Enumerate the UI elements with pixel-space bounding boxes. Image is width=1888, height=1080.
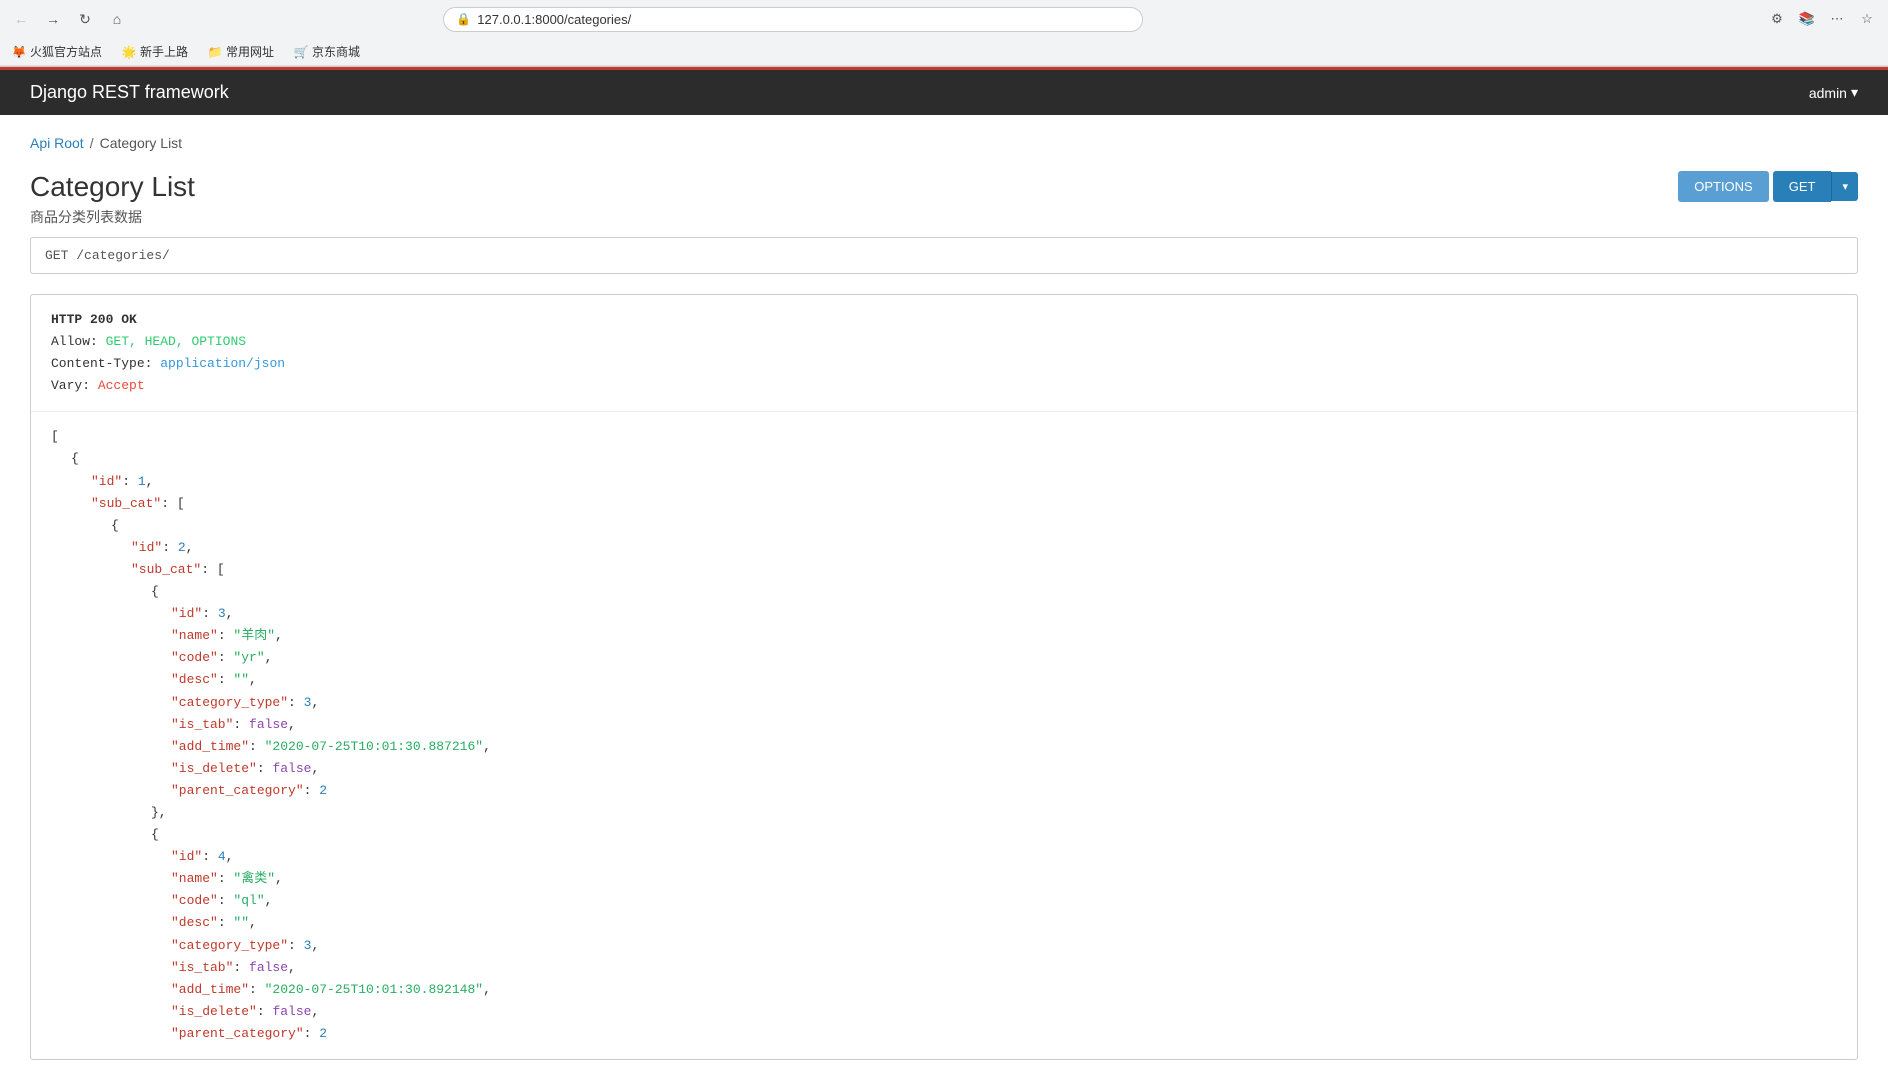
home-button[interactable]: ⌂ xyxy=(104,6,130,32)
bookmark-firefox[interactable]: 🦊 火狐官方站点 xyxy=(8,41,106,62)
content-type-value: application/json xyxy=(160,356,285,371)
bookmark-newbie[interactable]: 🌟 新手上路 xyxy=(118,41,192,62)
browser-chrome: ← → ↻ ⌂ 🔒 127.0.0.1:8000/categories/ ⚙ 📚… xyxy=(0,0,1888,67)
main-content: Api Root / Category List Category List 商… xyxy=(0,115,1888,1080)
allow-label: Allow: xyxy=(51,334,98,349)
vary-label: Vary: xyxy=(51,378,90,393)
get-button[interactable]: GET xyxy=(1773,171,1832,202)
extensions-button[interactable]: ⚙ xyxy=(1764,6,1790,32)
json-is-delete-3: "is_delete": false, xyxy=(51,758,1837,780)
json-name-3: "name": "羊肉", xyxy=(51,625,1837,647)
request-path: /categories/ xyxy=(76,248,170,263)
allow-value: GET, HEAD, OPTIONS xyxy=(106,334,246,349)
json-sub-cat-1: "sub_cat": [ xyxy=(51,493,1837,515)
json-id-1: "id": 1, xyxy=(51,471,1837,493)
json-is-delete-4: "is_delete": false, xyxy=(51,1001,1837,1023)
json-id-2: "id": 2, xyxy=(51,537,1837,559)
json-line-open-array: [ xyxy=(51,426,1837,448)
json-code: [ { "id": 1, "sub_cat": [ { "id": 2, "su… xyxy=(51,426,1837,1045)
folder-icon: 📁 xyxy=(208,45,222,59)
json-is-tab-4: "is_tab": false, xyxy=(51,957,1837,979)
json-category-type-4: "category_type": 3, xyxy=(51,935,1837,957)
reading-view-button[interactable]: 📚 xyxy=(1794,6,1820,32)
breadcrumb-separator: / xyxy=(90,135,94,151)
get-button-group: GET ▾ xyxy=(1773,171,1858,202)
response-panel: HTTP 200 OK Allow: GET, HEAD, OPTIONS Co… xyxy=(30,294,1858,1060)
lock-icon: 🔒 xyxy=(456,12,471,26)
json-parent-cat-3: "parent_category": 2 xyxy=(51,780,1837,802)
refresh-button[interactable]: ↻ xyxy=(72,6,98,32)
page-header: Category List 商品分类列表数据 OPTIONS GET ▾ xyxy=(30,171,1858,227)
response-allow-line: Allow: GET, HEAD, OPTIONS xyxy=(51,331,1837,353)
response-status-line: HTTP 200 OK xyxy=(51,309,1837,331)
bookmark-newbie-label: 新手上路 xyxy=(140,43,188,60)
response-status: HTTP 200 OK xyxy=(51,312,137,327)
json-category-type-3: "category_type": 3, xyxy=(51,692,1837,714)
json-line-open-obj2: { xyxy=(51,515,1837,537)
json-id-4: "id": 4, xyxy=(51,846,1837,868)
username: admin xyxy=(1809,85,1847,101)
json-desc-4: "desc": "", xyxy=(51,912,1837,934)
response-vary-line: Vary: Accept xyxy=(51,375,1837,397)
json-line-open-obj3: { xyxy=(51,581,1837,603)
breadcrumb-current: Category List xyxy=(100,135,182,151)
bookmark-jd-label: 京东商城 xyxy=(312,43,360,60)
request-method: GET xyxy=(45,248,68,263)
forward-button[interactable]: → xyxy=(40,6,66,32)
browser-actions: ⚙ 📚 ⋯ ☆ xyxy=(1764,6,1880,32)
bookmarks-bar: 🦊 火狐官方站点 🌟 新手上路 📁 常用网址 🛒 京东商城 xyxy=(0,38,1888,66)
bookmark-button[interactable]: ☆ xyxy=(1854,6,1880,32)
content-type-label: Content-Type: xyxy=(51,356,152,371)
get-dropdown-button[interactable]: ▾ xyxy=(1831,172,1858,201)
json-add-time-3: "add_time": "2020-07-25T10:01:30.887216"… xyxy=(51,736,1837,758)
json-is-tab-3: "is_tab": false, xyxy=(51,714,1837,736)
url-text: 127.0.0.1:8000/categories/ xyxy=(477,12,1130,27)
more-button[interactable]: ⋯ xyxy=(1824,6,1850,32)
page-title-group: Category List 商品分类列表数据 xyxy=(30,171,195,227)
json-line-open-obj4: { xyxy=(51,824,1837,846)
user-menu[interactable]: admin ▾ xyxy=(1809,84,1858,101)
breadcrumb-api-root[interactable]: Api Root xyxy=(30,135,84,151)
breadcrumb: Api Root / Category List xyxy=(30,135,1858,151)
user-dropdown-arrow: ▾ xyxy=(1851,84,1858,101)
address-bar: 🔒 127.0.0.1:8000/categories/ xyxy=(443,7,1143,32)
request-box: GET /categories/ xyxy=(30,237,1858,274)
drf-title: Django REST framework xyxy=(30,82,229,103)
json-code-4: "code": "ql", xyxy=(51,890,1837,912)
response-body: [ { "id": 1, "sub_cat": [ { "id": 2, "su… xyxy=(31,412,1857,1059)
bookmark-jd[interactable]: 🛒 京东商城 xyxy=(290,41,364,62)
jd-icon: 🛒 xyxy=(294,45,308,59)
json-line-close-obj3: }, xyxy=(51,802,1837,824)
json-desc-3: "desc": "", xyxy=(51,669,1837,691)
response-headers: HTTP 200 OK Allow: GET, HEAD, OPTIONS Co… xyxy=(31,295,1857,412)
firefox-icon: 🦊 xyxy=(12,45,26,59)
json-sub-cat-2: "sub_cat": [ xyxy=(51,559,1837,581)
browser-toolbar: ← → ↻ ⌂ 🔒 127.0.0.1:8000/categories/ ⚙ 📚… xyxy=(0,0,1888,38)
json-id-3: "id": 3, xyxy=(51,603,1837,625)
json-code-3: "code": "yr", xyxy=(51,647,1837,669)
json-add-time-4: "add_time": "2020-07-25T10:01:30.892148"… xyxy=(51,979,1837,1001)
header-buttons: OPTIONS GET ▾ xyxy=(1678,171,1858,202)
response-content-type-line: Content-Type: application/json xyxy=(51,353,1837,375)
page-subtitle: 商品分类列表数据 xyxy=(30,207,195,227)
vary-value: Accept xyxy=(98,378,145,393)
drf-header: Django REST framework admin ▾ xyxy=(0,70,1888,115)
options-button[interactable]: OPTIONS xyxy=(1678,171,1769,202)
page-title: Category List xyxy=(30,171,195,203)
json-parent-cat-4: "parent_category": 2 xyxy=(51,1023,1837,1045)
back-button[interactable]: ← xyxy=(8,6,34,32)
json-line-open-obj1: { xyxy=(51,448,1837,470)
bookmark-firefox-label: 火狐官方站点 xyxy=(30,43,102,60)
newbie-icon: 🌟 xyxy=(122,45,136,59)
bookmark-common-label: 常用网址 xyxy=(226,43,274,60)
json-name-4: "name": "禽类", xyxy=(51,868,1837,890)
bookmark-common[interactable]: 📁 常用网址 xyxy=(204,41,278,62)
